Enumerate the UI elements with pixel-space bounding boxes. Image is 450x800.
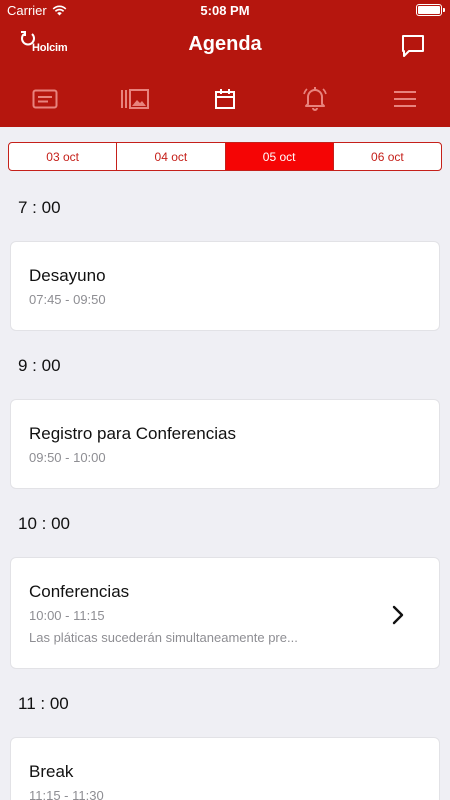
agenda-item-title: Conferencias — [29, 582, 130, 601]
chat-button[interactable] — [400, 33, 426, 59]
tab-bar — [0, 80, 450, 118]
agenda-item-card[interactable]: Registro para Conferencias 09:50 - 10:00 — [10, 399, 440, 489]
tab-notifications[interactable] — [295, 80, 335, 118]
date-tab[interactable]: 04 oct — [117, 143, 226, 170]
tab-id-card[interactable] — [25, 80, 65, 118]
gallery-icon — [121, 89, 149, 109]
page-title: Agenda — [188, 33, 262, 55]
agenda-item-time: 07:45 - 09:50 — [29, 292, 106, 307]
agenda-item-card[interactable]: Desayuno 07:45 - 09:50 — [10, 241, 440, 331]
tab-gallery[interactable] — [115, 80, 155, 118]
agenda-item-card[interactable]: Conferencias 10:00 - 11:15 Las pláticas … — [10, 557, 440, 669]
agenda-item-description: Las pláticas sucederán simultaneamente p… — [29, 630, 298, 645]
agenda-item-title: Break — [29, 762, 74, 781]
id-card-icon — [32, 89, 58, 109]
date-tab[interactable]: 06 oct — [334, 143, 441, 170]
agenda-item-time: 09:50 - 10:00 — [29, 450, 106, 465]
date-selector: 03 oct 04 oct 05 oct 06 oct — [8, 142, 442, 171]
battery-icon — [416, 4, 445, 16]
hour-header: 9 : 00 — [18, 356, 61, 375]
app-header: Carrier 5:08 PM Holcim Agenda — [0, 0, 450, 127]
status-bar: Carrier 5:08 PM — [0, 0, 450, 22]
hour-header: 7 : 00 — [18, 198, 61, 217]
chat-icon — [402, 35, 424, 57]
agenda-item-title: Registro para Conferencias — [29, 424, 236, 443]
agenda-item-title: Desayuno — [29, 266, 106, 285]
chevron-right-icon[interactable] — [391, 605, 405, 625]
date-tab-selected[interactable]: 05 oct — [225, 143, 334, 170]
date-tab[interactable]: 03 oct — [9, 143, 118, 170]
agenda-item-time: 10:00 - 11:15 — [29, 608, 105, 623]
status-time: 5:08 PM — [200, 3, 250, 18]
tab-menu[interactable] — [385, 80, 425, 118]
tab-calendar[interactable] — [205, 80, 245, 118]
calendar-icon — [215, 89, 235, 109]
agenda-item-time: 11:15 - 11:30 — [29, 788, 104, 800]
menu-icon — [394, 91, 416, 107]
agenda-item-card[interactable]: Break 11:15 - 11:30 — [10, 737, 440, 800]
hour-header: 10 : 00 — [18, 514, 70, 533]
bell-icon — [303, 87, 327, 111]
hour-header: 11 : 00 — [18, 694, 69, 713]
